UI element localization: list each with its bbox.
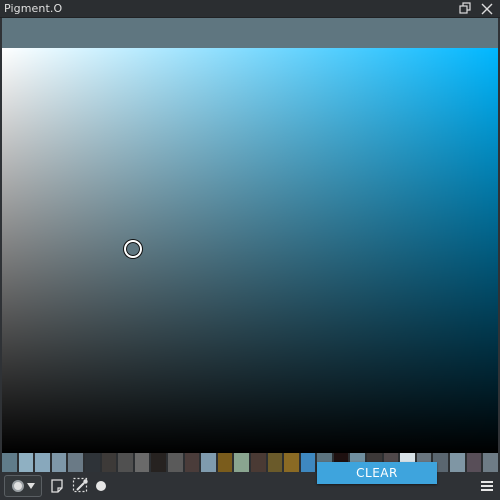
saturation-value-picker[interactable] bbox=[2, 48, 498, 453]
eyedropper-selection-icon[interactable] bbox=[72, 477, 90, 495]
color-mode-icon bbox=[11, 480, 24, 492]
palette-swatch[interactable] bbox=[35, 453, 50, 472]
dot-icon[interactable] bbox=[96, 481, 106, 491]
clear-button[interactable]: CLEAR bbox=[317, 462, 437, 484]
palette-swatch[interactable] bbox=[167, 453, 183, 472]
palette-swatch[interactable] bbox=[450, 453, 465, 472]
restore-icon[interactable] bbox=[458, 2, 472, 16]
palette-swatch[interactable] bbox=[51, 453, 67, 472]
palette-swatch[interactable] bbox=[284, 453, 299, 472]
color-picker-handle[interactable] bbox=[124, 240, 142, 258]
palette-swatch[interactable] bbox=[267, 453, 283, 472]
palette-swatch[interactable] bbox=[300, 453, 316, 472]
palette-swatch[interactable] bbox=[466, 453, 482, 472]
color-mode-button[interactable] bbox=[4, 475, 42, 497]
palette-swatch[interactable] bbox=[101, 453, 117, 472]
palette-swatch[interactable] bbox=[234, 453, 249, 472]
palette-swatch[interactable] bbox=[250, 453, 266, 472]
title-bar-controls bbox=[458, 2, 494, 16]
note-icon[interactable] bbox=[48, 477, 66, 495]
chevron-down-icon bbox=[26, 483, 35, 489]
palette-swatch[interactable] bbox=[68, 453, 83, 472]
menu-icon[interactable] bbox=[480, 478, 494, 492]
palette-swatch[interactable] bbox=[118, 453, 133, 472]
palette-swatch[interactable] bbox=[184, 453, 200, 472]
close-icon[interactable] bbox=[480, 2, 494, 16]
palette-swatch[interactable] bbox=[134, 453, 150, 472]
current-color-swatch bbox=[2, 18, 498, 48]
palette-swatch[interactable] bbox=[151, 453, 166, 472]
window-title: Pigment.O bbox=[4, 2, 63, 15]
value-gradient bbox=[2, 48, 498, 453]
palette-swatch[interactable] bbox=[84, 453, 100, 472]
palette-swatch[interactable] bbox=[18, 453, 34, 472]
palette-swatch[interactable] bbox=[2, 453, 17, 472]
palette-swatch[interactable] bbox=[201, 453, 216, 472]
palette-swatch[interactable] bbox=[217, 453, 233, 472]
title-bar: Pigment.O bbox=[0, 0, 500, 18]
palette-swatch[interactable] bbox=[483, 453, 498, 472]
